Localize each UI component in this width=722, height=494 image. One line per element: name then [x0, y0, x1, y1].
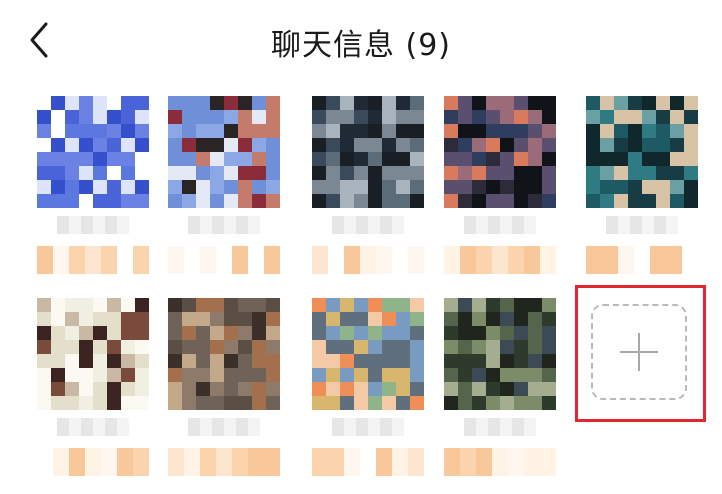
member-name-blurred [37, 448, 149, 476]
avatar [37, 298, 149, 410]
member-item[interactable] [444, 298, 556, 494]
member-name-blurred [312, 246, 424, 274]
member-item[interactable] [586, 96, 698, 296]
member-name-blurred [312, 448, 424, 476]
member-item[interactable] [168, 96, 280, 296]
page-title: 聊天信息 (9) [270, 28, 452, 63]
avatar [586, 96, 698, 208]
member-name-blurred [168, 448, 280, 476]
avatar [444, 96, 556, 208]
member-item[interactable] [37, 96, 149, 296]
add-member-button[interactable] [591, 304, 687, 400]
member-name-blurred [168, 246, 280, 274]
avatar [444, 298, 556, 410]
member-item[interactable] [312, 298, 424, 494]
member-subtitle-blurred [188, 216, 260, 234]
member-name-blurred [586, 246, 698, 274]
member-name-blurred [444, 448, 556, 476]
header-bar: 聊天信息 (9) [0, 0, 722, 82]
member-subtitle-blurred [332, 216, 404, 234]
avatar [37, 96, 149, 208]
member-subtitle-blurred [57, 216, 129, 234]
member-subtitle-blurred [464, 418, 536, 436]
avatar [168, 96, 280, 208]
member-item[interactable] [444, 96, 556, 296]
avatar [168, 298, 280, 410]
avatar [312, 298, 424, 410]
member-item[interactable] [37, 298, 149, 494]
add-member-highlight [575, 285, 706, 422]
member-item[interactable] [312, 96, 424, 296]
member-item[interactable] [168, 298, 280, 494]
member-subtitle-blurred [57, 418, 129, 436]
member-name-blurred [37, 246, 149, 274]
member-subtitle-blurred [188, 418, 260, 436]
member-subtitle-blurred [606, 216, 678, 234]
member-subtitle-blurred [464, 216, 536, 234]
member-subtitle-blurred [332, 418, 404, 436]
avatar [312, 96, 424, 208]
chat-info-screen: 聊天信息 (9) [0, 0, 722, 494]
member-name-blurred [444, 246, 556, 274]
